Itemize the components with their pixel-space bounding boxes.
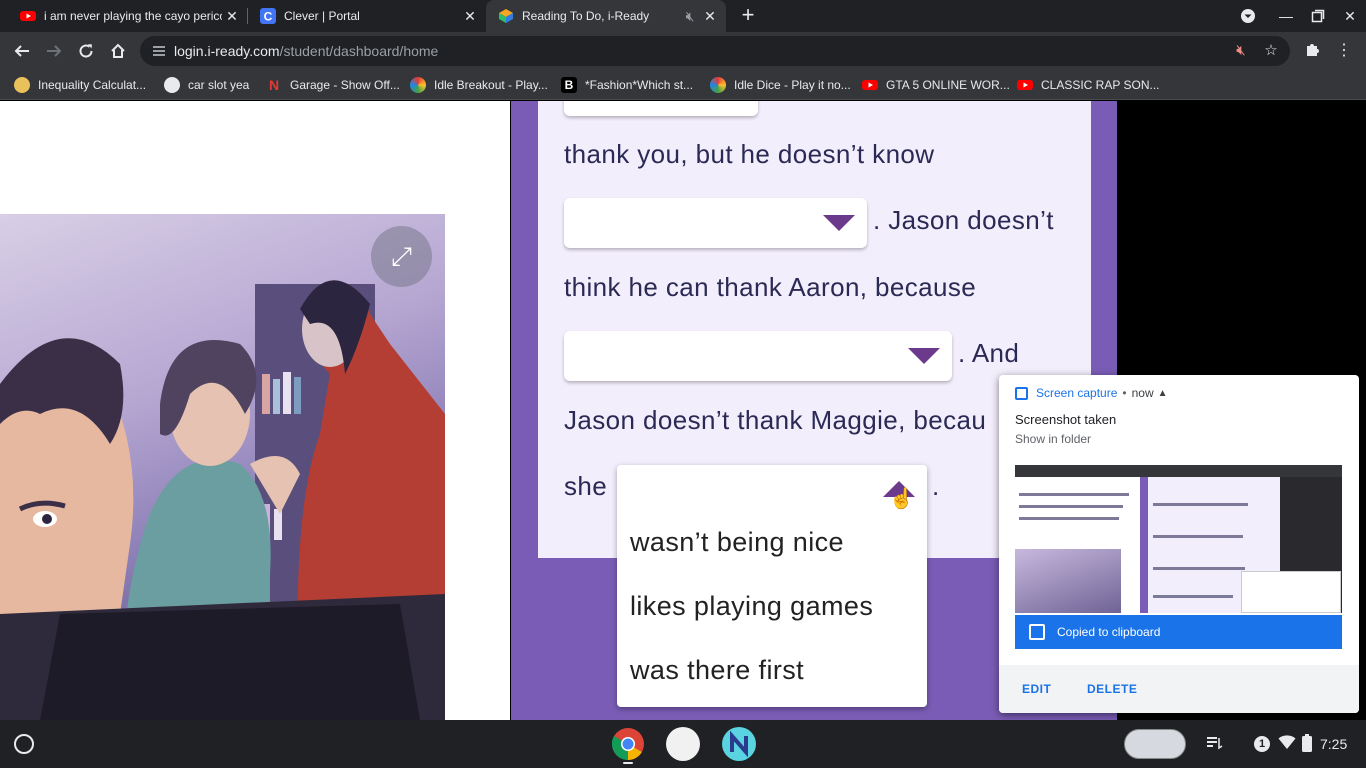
chevron-down-icon (823, 215, 855, 231)
site-info-icon[interactable] (152, 44, 166, 58)
muted-tab-icon[interactable]: 🔇︎ (680, 8, 700, 25)
holding-space-thumbnails[interactable] (1124, 729, 1186, 759)
extensions-icon[interactable] (1302, 41, 1322, 61)
tab-strip: i am never playing the cayo perico ✕ C C… (0, 0, 1366, 32)
home-button[interactable] (104, 37, 132, 65)
copied-to-clipboard-banner: Copied to clipboard (1015, 615, 1342, 649)
notification-title: Screenshot taken (1015, 412, 1117, 427)
chrome-app-icon[interactable] (611, 727, 645, 761)
url-text: login.i-ready.com/student/dashboard/home (174, 43, 439, 59)
tab-title: i am never playing the cayo perico (44, 9, 222, 23)
address-bar[interactable]: login.i-ready.com/student/dashboard/home… (140, 36, 1290, 66)
dropdown-option[interactable]: was there first (630, 655, 804, 686)
bookmark-gta[interactable]: GTA 5 ONLINE WOR... (862, 76, 1010, 94)
passage-pane: ⤢ (0, 101, 510, 720)
media-controls-icon[interactable] (1205, 734, 1223, 755)
bookmarks-bar: Inequality Calculat... car slot yea N Ga… (0, 70, 1366, 100)
sentence-line: Jason doesn’t thank Maggie, becau (564, 405, 987, 435)
dropdown-option[interactable]: likes playing games (630, 591, 873, 622)
tab-title: Clever | Portal (284, 9, 360, 23)
game-favicon-icon (410, 77, 426, 93)
n-logo-icon (730, 730, 748, 758)
screen-capture-icon (1015, 386, 1028, 400)
forward-button[interactable] (40, 37, 68, 65)
dropdown-open-menu[interactable]: wasn’t being nice likes playing games wa… (617, 465, 927, 707)
expand-image-icon[interactable]: ⤢ (371, 226, 432, 287)
tab-iready[interactable]: Reading To Do, i-Ready 🔇︎ ✕ (486, 0, 726, 32)
bookmark-star-icon[interactable]: ☆ (1262, 42, 1280, 60)
bookmark-idle-breakout[interactable]: Idle Breakout - Play... (410, 76, 548, 94)
media-muted-icon[interactable]: 🔇︎ (1232, 42, 1250, 60)
sentence-line: thank you, but he doesn’t know (564, 139, 935, 169)
menu-kebab-icon[interactable]: ⋮ (1334, 41, 1354, 61)
tab-title: Reading To Do, i-Ready (522, 9, 650, 23)
new-tab-button[interactable]: + (736, 4, 760, 28)
n-app-icon[interactable] (722, 727, 756, 761)
notification-actions: EDIT DELETE (999, 665, 1359, 713)
illustration-art (0, 280, 445, 720)
dropdown-option[interactable]: wasn’t being nice (630, 527, 844, 558)
bookmark-inequality[interactable]: Inequality Calculat... (14, 76, 146, 94)
notification-count-badge[interactable]: 1 (1254, 736, 1270, 752)
calculator-favicon-icon (14, 77, 30, 93)
close-tab-icon[interactable]: ✕ (222, 8, 242, 25)
bookmark-car-slot[interactable]: car slot yea (164, 76, 249, 94)
pearson-techie-app-icon[interactable] (666, 727, 700, 761)
hand-cursor-icon: ☝ (889, 488, 914, 510)
chevron-down-icon (908, 348, 940, 364)
bookmark-classic-rap[interactable]: CLASSIC RAP SON... (1017, 76, 1159, 94)
sentence-line: think he can thank Aaron, because (564, 272, 977, 302)
game-favicon-icon (710, 77, 726, 93)
dropdown-blank-2[interactable] (564, 331, 952, 381)
delete-button[interactable]: DELETE (1087, 682, 1137, 696)
clever-icon: C (260, 8, 276, 24)
battery-icon[interactable] (1302, 734, 1312, 755)
browser-toolbar: login.i-ready.com/student/dashboard/home… (0, 32, 1366, 70)
launcher-icon[interactable] (14, 734, 34, 754)
wifi-icon[interactable] (1278, 734, 1296, 753)
bookmark-garage[interactable]: N Garage - Show Off... (266, 76, 400, 94)
minimize-button[interactable]: — (1270, 0, 1302, 32)
dropdown-blank-0[interactable] (564, 101, 758, 116)
story-illustration: ⤢ (0, 214, 445, 720)
close-tab-icon[interactable]: ✕ (460, 8, 480, 25)
netflix-n-icon: N (268, 77, 280, 93)
notification-subtitle[interactable]: Show in folder (1015, 432, 1091, 446)
close-tab-icon[interactable]: ✕ (700, 8, 720, 25)
sentence-line: . Jason doesn’t (873, 205, 1054, 235)
sentence-line: . And (958, 338, 1020, 368)
bookmark-idle-dice[interactable]: Idle Dice - Play it no... (710, 76, 851, 94)
youtube-icon (862, 80, 878, 90)
iready-icon (499, 9, 513, 23)
bookmark-fashion[interactable]: B *Fashion*Which st... (561, 76, 693, 94)
youtube-icon (20, 11, 36, 21)
b-favicon-icon: B (561, 77, 577, 93)
sentence-line: she (564, 471, 608, 501)
back-button[interactable] (8, 37, 36, 65)
clipboard-icon (1029, 624, 1045, 640)
globe-icon (164, 77, 180, 93)
screen-capture-notification[interactable]: Screen capture • now ▲ Screenshot taken … (999, 375, 1359, 713)
tab-youtube[interactable]: i am never playing the cayo perico ✕ (8, 0, 248, 32)
reload-button[interactable] (72, 37, 100, 65)
sentence-line: . (932, 471, 940, 501)
clock[interactable]: 7:25 (1320, 736, 1347, 752)
edit-button[interactable]: EDIT (1022, 682, 1051, 696)
chevron-up-icon[interactable]: ▲ (1158, 388, 1168, 399)
svg-text:C: C (264, 10, 273, 24)
running-indicator (623, 762, 633, 764)
youtube-icon (1017, 80, 1033, 90)
notification-header[interactable]: Screen capture • now ▲ (1015, 386, 1168, 400)
maximize-button[interactable] (1302, 0, 1334, 32)
tab-clever[interactable]: C Clever | Portal ✕ (248, 0, 486, 32)
dropdown-blank-1[interactable] (564, 198, 867, 248)
screenshot-thumbnail[interactable] (1015, 465, 1342, 613)
close-window-button[interactable]: ✕ (1334, 0, 1366, 32)
tab-search-icon[interactable] (1232, 0, 1264, 32)
